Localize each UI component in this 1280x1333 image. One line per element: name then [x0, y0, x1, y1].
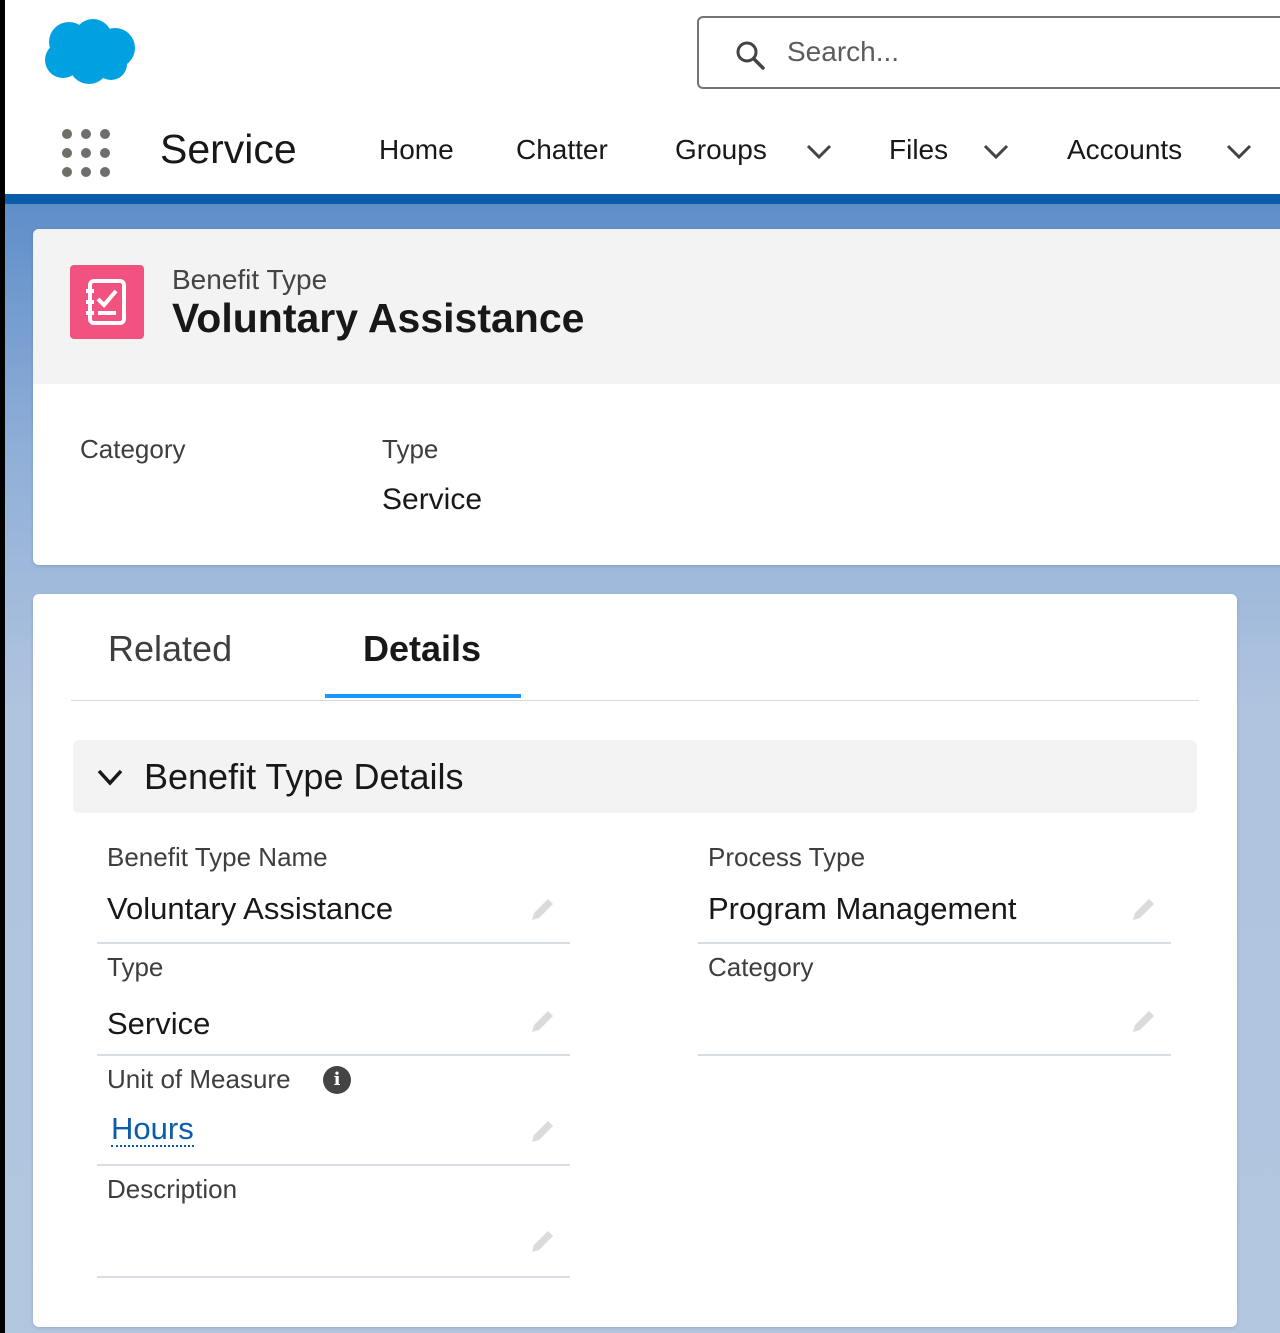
- field-process-type: Process Type Program Management: [698, 834, 1171, 944]
- field-label: Process Type: [708, 842, 866, 872]
- field-value: Program Management: [708, 891, 1017, 926]
- field-category: Category: [698, 944, 1171, 1056]
- chevron-down-icon[interactable]: [95, 766, 125, 788]
- info-icon[interactable]: i: [323, 1066, 351, 1094]
- app-window: Search... Service Home Chatter Groups Fi…: [5, 0, 1280, 1333]
- global-header: Search...: [5, 0, 1280, 110]
- field-label: Category: [708, 952, 814, 982]
- pencil-edit-icon[interactable]: [526, 1006, 558, 1038]
- section-header-benefit-type-details[interactable]: Benefit Type Details: [73, 740, 1197, 813]
- record-checklist-icon: [70, 265, 144, 339]
- nav-item-chatter[interactable]: Chatter: [516, 134, 608, 166]
- field-value: Voluntary Assistance: [107, 891, 394, 926]
- field-label: Unit of Measure: [107, 1064, 291, 1094]
- salesforce-logo[interactable]: [41, 18, 137, 86]
- field-label: Benefit Type Name: [107, 842, 328, 872]
- active-tab-indicator: [325, 694, 521, 698]
- pencil-edit-icon[interactable]: [526, 1226, 558, 1258]
- pencil-edit-icon[interactable]: [1127, 894, 1159, 926]
- section-title: Benefit Type Details: [144, 756, 464, 797]
- search-icon: [736, 41, 765, 70]
- pencil-edit-icon[interactable]: [526, 894, 558, 926]
- highlight-label-type: Type: [382, 434, 439, 464]
- search-input[interactable]: Search...: [787, 36, 899, 68]
- highlight-value-type: Service: [382, 483, 483, 516]
- field-unit-of-measure: Unit of Measure i Hours: [97, 1056, 570, 1166]
- chevron-down-icon[interactable]: [1225, 142, 1253, 162]
- record-title: Voluntary Assistance: [172, 295, 585, 341]
- app-launcher-icon[interactable]: [61, 128, 111, 178]
- nav-accent-strip: [5, 194, 1280, 204]
- field-label: Description: [107, 1174, 238, 1204]
- chevron-down-icon[interactable]: [805, 142, 833, 162]
- app-name: Service: [160, 126, 297, 172]
- field-label: Type: [107, 952, 164, 982]
- field-benefit-type-name: Benefit Type Name Voluntary Assistance: [97, 834, 570, 944]
- pencil-edit-icon[interactable]: [526, 1116, 558, 1148]
- app-nav-bar: Service Home Chatter Groups Files Accoun…: [5, 110, 1280, 194]
- field-value: Service: [107, 1006, 211, 1041]
- nav-item-files[interactable]: Files: [889, 134, 948, 166]
- nav-item-home[interactable]: Home: [379, 134, 454, 166]
- record-highlights-panel: Benefit Type Voluntary Assistance Catego…: [33, 229, 1280, 565]
- record-detail-card: Related Details Benefit Type Details Ben…: [33, 594, 1237, 1327]
- tabs-divider: [71, 700, 1199, 701]
- chevron-down-icon[interactable]: [982, 142, 1010, 162]
- nav-item-accounts[interactable]: Accounts: [1067, 134, 1182, 166]
- field-description: Description: [97, 1166, 570, 1278]
- field-type: Type Service: [97, 944, 570, 1056]
- global-search-box[interactable]: Search...: [697, 16, 1280, 89]
- highlight-label-category: Category: [80, 434, 186, 464]
- tab-details[interactable]: Details: [363, 628, 481, 670]
- nav-item-groups[interactable]: Groups: [675, 134, 767, 166]
- record-object-type: Benefit Type: [172, 264, 328, 295]
- unit-of-measure-link[interactable]: Hours: [111, 1113, 194, 1147]
- pencil-edit-icon[interactable]: [1127, 1006, 1159, 1038]
- tab-related[interactable]: Related: [108, 628, 232, 670]
